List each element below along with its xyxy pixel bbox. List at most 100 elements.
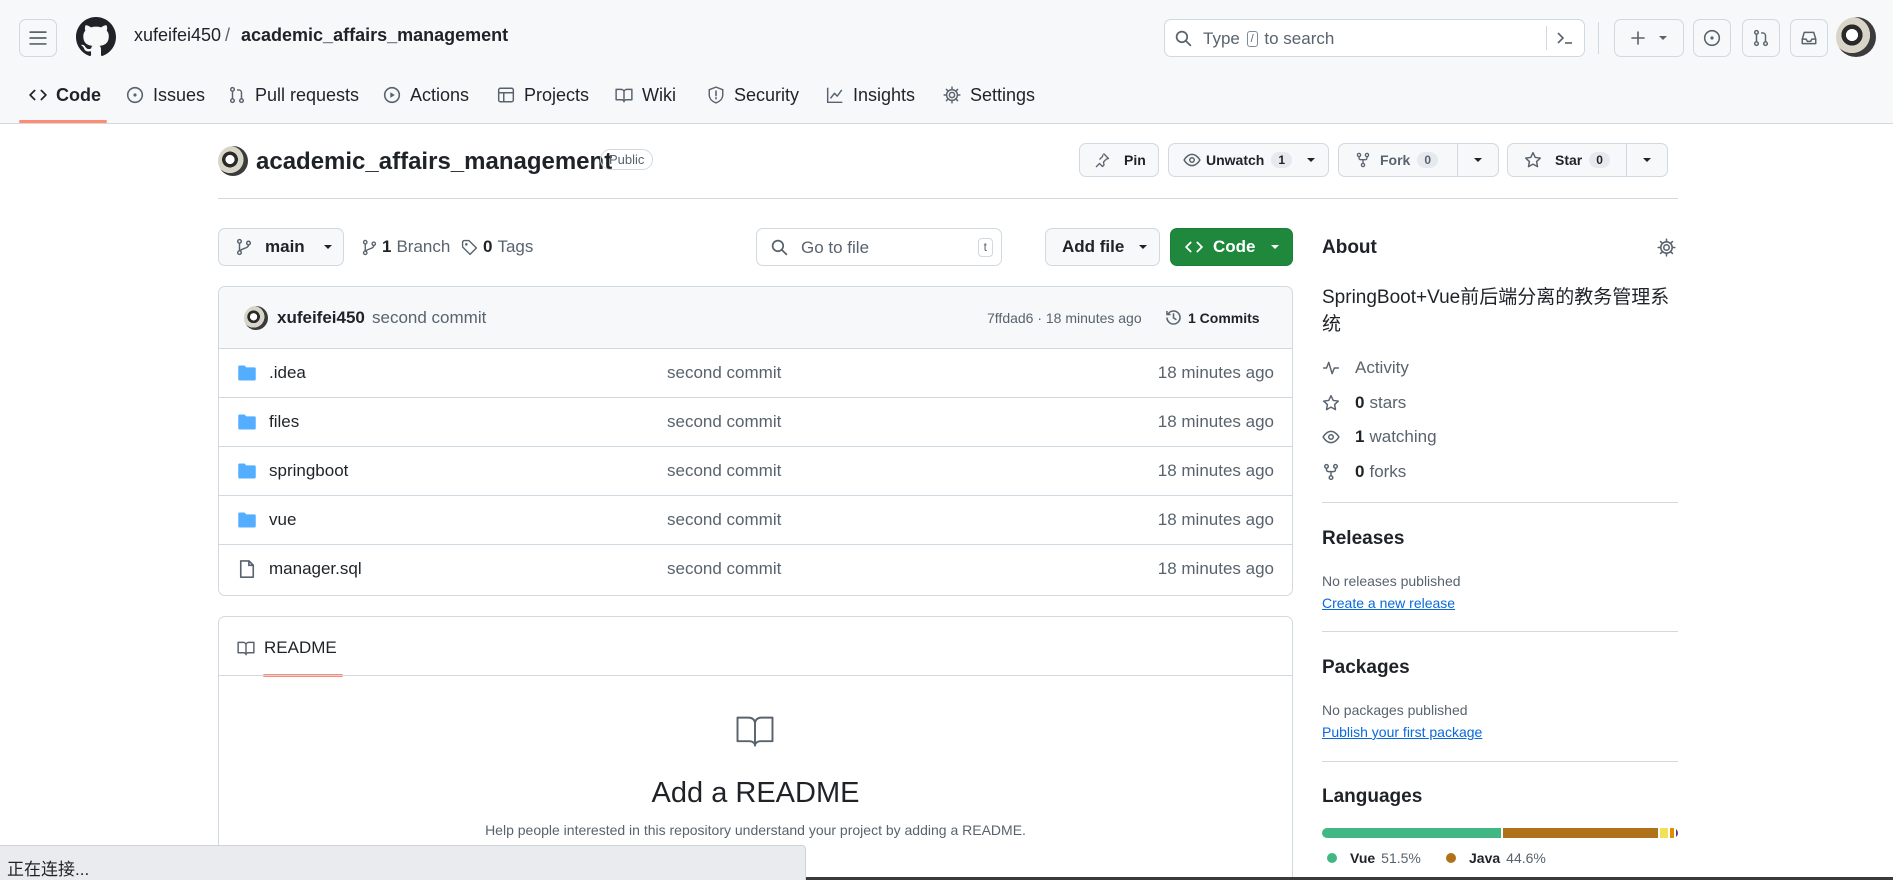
history-icon xyxy=(1166,310,1181,325)
fork-icon xyxy=(1356,152,1370,168)
language-bar-segment xyxy=(1660,828,1669,838)
file-name[interactable]: files xyxy=(269,412,299,432)
fork-button[interactable]: Fork 0 xyxy=(1338,143,1499,177)
file-name[interactable]: springboot xyxy=(269,461,348,481)
go-to-file-input[interactable]: Go to file t xyxy=(756,228,1002,266)
add-file-button[interactable]: Add file xyxy=(1045,228,1160,266)
search-icon xyxy=(1175,30,1192,47)
file-commit-message[interactable]: second commit xyxy=(667,510,781,530)
issue-icon xyxy=(126,86,144,104)
tab-readme[interactable]: README xyxy=(237,638,337,658)
file-commit-message[interactable]: second commit xyxy=(667,461,781,481)
publish-package-link[interactable]: Publish your first package xyxy=(1322,724,1482,740)
tab-insights[interactable]: Insights xyxy=(826,82,915,108)
caret-down-icon xyxy=(1659,36,1667,40)
language-vue[interactable]: Vue 51.5% xyxy=(1327,850,1421,866)
inbox-button[interactable] xyxy=(1790,19,1828,57)
issues-button[interactable] xyxy=(1693,19,1731,57)
tab-settings[interactable]: Settings xyxy=(943,82,1035,108)
language-bar-segment xyxy=(1670,828,1674,838)
breadcrumb-owner[interactable]: xufeifei450 xyxy=(134,25,221,46)
file-age: 18 minutes ago xyxy=(1157,461,1274,480)
global-search-input[interactable]: Type / to search xyxy=(1164,19,1585,57)
file-name[interactable]: manager.sql xyxy=(269,559,362,579)
forks-link[interactable]: 0 forks xyxy=(1322,460,1406,484)
activity-link[interactable]: Activity xyxy=(1322,356,1409,380)
gear-icon xyxy=(943,86,961,104)
pull-requests-button[interactable] xyxy=(1742,19,1780,57)
file-name[interactable]: .idea xyxy=(269,363,306,383)
browser-status-bar: 正在连接... xyxy=(0,845,806,880)
search-icon xyxy=(771,239,788,256)
menu-button[interactable] xyxy=(19,19,57,57)
issue-icon xyxy=(1703,29,1721,47)
watch-button[interactable]: Unwatch 1 xyxy=(1168,143,1329,177)
caret-down-icon xyxy=(323,245,332,249)
commit-author[interactable]: xufeifei450 xyxy=(277,308,365,328)
repo-owner-avatar[interactable] xyxy=(218,146,248,176)
commit-message[interactable]: second commit xyxy=(372,308,486,328)
file-commit-message[interactable]: second commit xyxy=(667,412,781,432)
file-name[interactable]: vue xyxy=(269,510,296,530)
user-avatar[interactable] xyxy=(1836,17,1876,57)
shortcut-key-t: t xyxy=(977,238,993,257)
commit-sha-time[interactable]: 7ffdad6 · 18 minutes ago xyxy=(987,310,1142,326)
caret-down-icon xyxy=(1307,158,1316,162)
releases-heading[interactable]: Releases xyxy=(1322,528,1404,550)
file-row[interactable]: .idea second commit 18 minutes ago xyxy=(219,349,1292,398)
github-logo-icon[interactable] xyxy=(76,17,116,57)
languages-heading: Languages xyxy=(1322,786,1423,807)
file-commit-message[interactable]: second commit xyxy=(667,363,781,383)
hamburger-icon xyxy=(29,31,47,45)
file-row[interactable]: springboot second commit 18 minutes ago xyxy=(219,447,1292,496)
language-java[interactable]: Java 44.6% xyxy=(1446,850,1546,866)
folder-icon xyxy=(238,365,256,381)
language-dot xyxy=(1446,853,1456,863)
stars-link[interactable]: 0 stars xyxy=(1322,391,1406,415)
tab-wiki[interactable]: Wiki xyxy=(615,82,676,108)
breadcrumb-repo[interactable]: academic_affairs_management xyxy=(241,25,508,46)
file-row[interactable]: files second commit 18 minutes ago xyxy=(219,398,1292,447)
repo-title[interactable]: academic_affairs_management xyxy=(256,148,612,176)
star-icon xyxy=(1524,151,1542,168)
tab-issues[interactable]: Issues xyxy=(126,82,205,108)
shield-icon xyxy=(708,86,724,104)
tab-security[interactable]: Security xyxy=(707,82,799,108)
language-dot xyxy=(1327,853,1337,863)
branch-selector[interactable]: main xyxy=(218,228,344,266)
gear-icon[interactable] xyxy=(1657,238,1676,257)
commit-author-avatar[interactable] xyxy=(244,306,268,330)
packages-empty: No packages published xyxy=(1322,702,1468,718)
folder-icon xyxy=(238,414,256,430)
tab-actions[interactable]: Actions xyxy=(383,82,469,108)
file-age: 18 minutes ago xyxy=(1157,412,1274,431)
pin-button[interactable]: Pin xyxy=(1079,143,1159,177)
tab-pull-requests[interactable]: Pull requests xyxy=(228,82,359,108)
commits-link[interactable]: 1 Commits xyxy=(1164,308,1260,327)
star-button[interactable]: Star 0 xyxy=(1507,143,1668,177)
packages-heading[interactable]: Packages xyxy=(1322,657,1410,679)
file-row[interactable]: vue second commit 18 minutes ago xyxy=(219,496,1292,545)
code-dropdown-button[interactable]: Code xyxy=(1170,228,1293,266)
file-commit-message[interactable]: second commit xyxy=(667,559,781,579)
file-icon xyxy=(239,560,255,578)
create-new-button[interactable] xyxy=(1614,19,1684,57)
command-palette-icon[interactable] xyxy=(1556,30,1574,46)
file-row[interactable]: manager.sql second commit 18 minutes ago xyxy=(219,545,1292,594)
inbox-icon xyxy=(1801,31,1817,45)
branches-link[interactable]: 1 Branch xyxy=(361,237,450,257)
watching-link[interactable]: 1 watching xyxy=(1322,425,1437,449)
language-bar-segment xyxy=(1503,828,1659,838)
book-icon xyxy=(736,716,774,747)
tags-link[interactable]: 0 Tags xyxy=(461,237,533,257)
create-release-link[interactable]: Create a new release xyxy=(1322,595,1455,611)
tab-code[interactable]: Code xyxy=(29,82,101,108)
readme-heading: Add a README xyxy=(651,777,860,809)
visibility-badge: Public xyxy=(600,149,654,170)
branch-icon xyxy=(362,239,377,255)
fork-icon xyxy=(1323,463,1339,481)
file-age: 18 minutes ago xyxy=(1157,559,1274,578)
table-icon xyxy=(497,87,515,103)
tab-projects[interactable]: Projects xyxy=(497,82,589,108)
about-description: SpringBoot+Vue前后端分离的教务管理系统 xyxy=(1322,287,1670,335)
